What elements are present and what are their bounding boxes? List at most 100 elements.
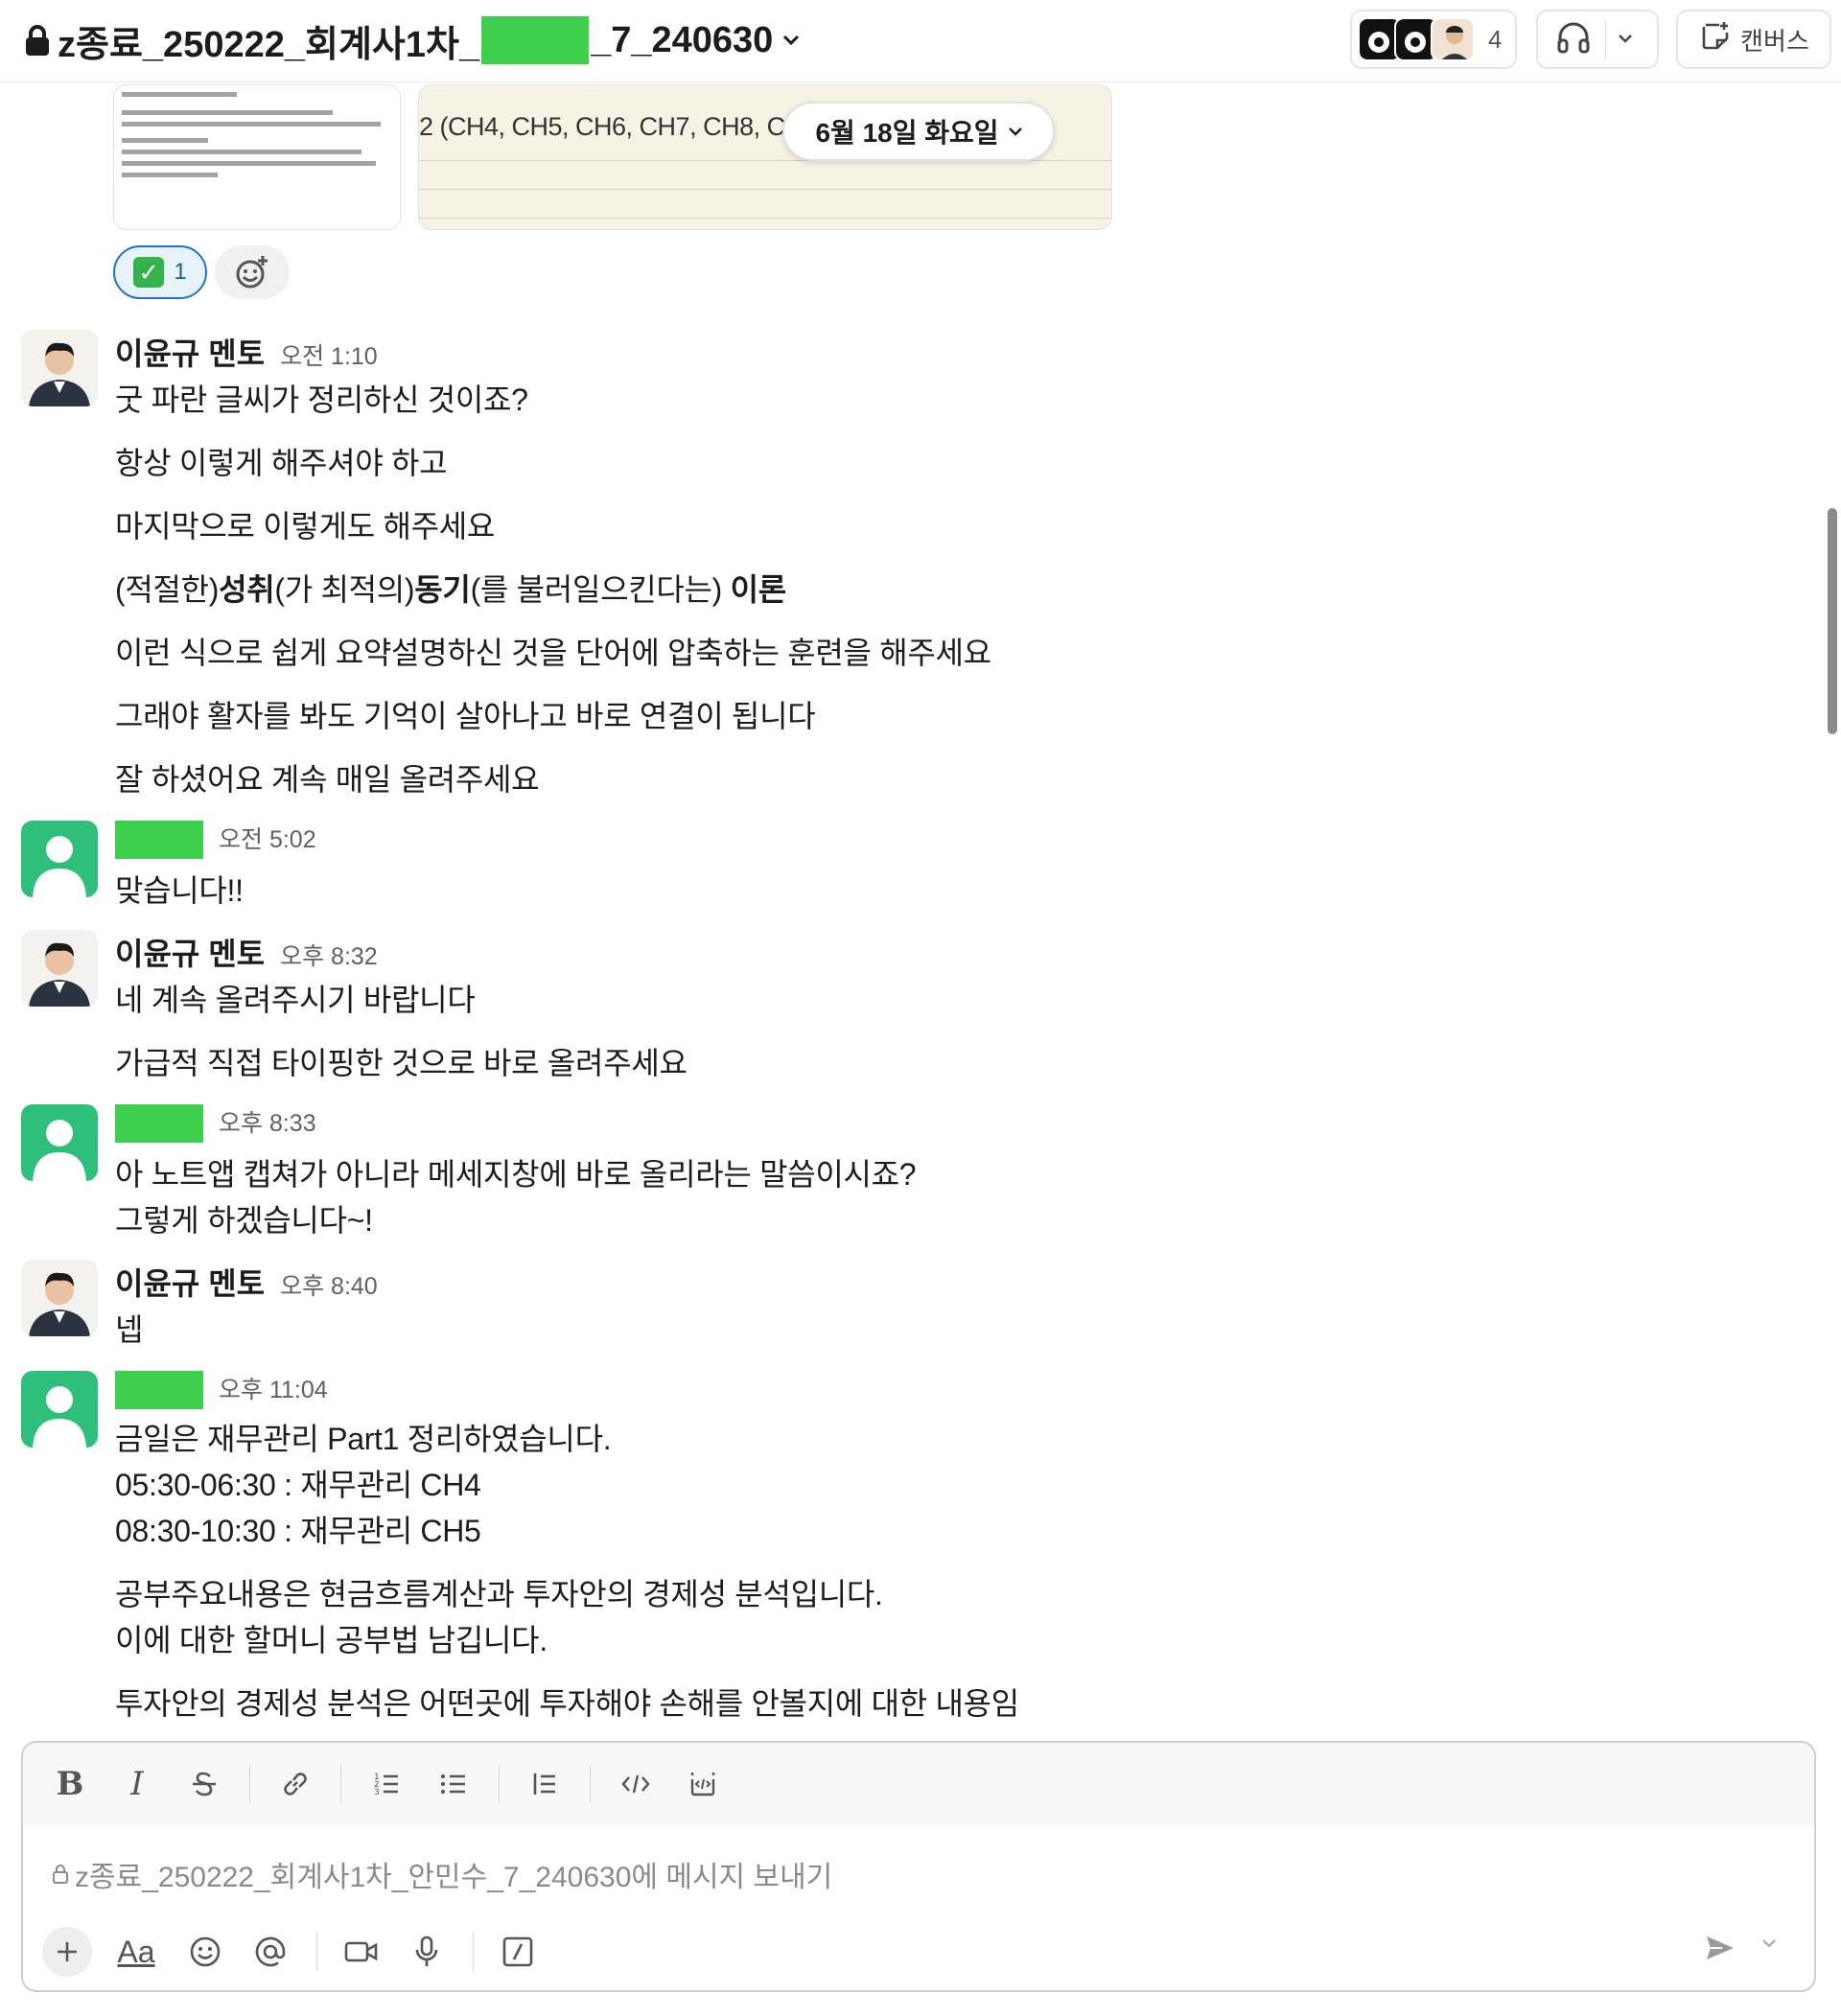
code-icon <box>621 1774 650 1794</box>
audio-clip-button[interactable] <box>402 1927 452 1977</box>
code-block-icon <box>690 1773 715 1796</box>
message-text: 네 계속 올려주시기 바랍니다 <box>115 983 476 1017</box>
code-button[interactable] <box>614 1762 658 1806</box>
microphone-icon <box>415 1935 438 1966</box>
avatar[interactable] <box>21 1104 98 1181</box>
link-button[interactable] <box>273 1762 317 1806</box>
message-text: 그래야 활자를 봐도 기억이 살아나고 바로 연결이 됩니다 <box>115 699 816 733</box>
send-icon <box>1707 1936 1734 1959</box>
timestamp[interactable]: 오후 11:04 <box>219 1371 328 1405</box>
message-text: 항상 이렇게 해주셔야 하고 <box>115 446 448 480</box>
chevron-down-icon <box>1762 1939 1776 1948</box>
divider <box>1605 20 1606 58</box>
blockquote-button[interactable] <box>523 1762 567 1806</box>
italic-button[interactable]: I <box>115 1762 159 1806</box>
channel-title-suffix: _7_240630 <box>591 19 774 60</box>
channel-header: z종료_250222_회계사1차_ _7_240630 4 캔버스 <box>0 0 1841 82</box>
ordered-list-icon: 123 <box>374 1773 398 1797</box>
add-reaction-button[interactable] <box>215 245 290 299</box>
text-span: (를 불러일으킨다는) <box>470 572 731 607</box>
divider <box>316 1933 317 1971</box>
check-mark-emoji: ✓ <box>133 257 165 288</box>
attach-button[interactable] <box>42 1927 92 1977</box>
members-button[interactable]: 4 <box>1350 10 1517 69</box>
divider <box>340 1765 341 1803</box>
chevron-down-icon[interactable] <box>1618 31 1633 48</box>
lock-icon <box>26 25 49 56</box>
huddle-button[interactable] <box>1536 10 1659 69</box>
message-text: 그렇게 하겠습니다~! <box>115 1203 373 1238</box>
timestamp[interactable]: 오전 1:10 <box>280 337 378 372</box>
message-text: 05:30-06:30 : 재무관리 CH4 <box>115 1468 481 1502</box>
message-header: 이윤규 멘토 오후 8:32 <box>115 930 378 974</box>
author-name[interactable]: 이윤규 멘토 <box>115 1260 265 1304</box>
plus-icon <box>58 1942 77 1961</box>
message-text: 맞습니다!! <box>115 873 244 908</box>
redacted-author-name[interactable] <box>115 1371 203 1409</box>
bold-button[interactable]: B <box>48 1762 92 1806</box>
message-text: 이런 식으로 쉽게 요약설명하신 것을 단어에 압축하는 훈련을 해주세요 <box>115 636 991 670</box>
message-header: 이윤규 멘토 오후 8:40 <box>115 1260 378 1304</box>
formatting-toolbar: B I 123 <box>23 1743 1814 1825</box>
channel-title-prefix: z종료_250222_회계사1차_ <box>58 24 480 65</box>
shortcuts-button[interactable] <box>493 1927 543 1977</box>
avatar[interactable] <box>21 821 98 897</box>
formatting-toggle-button[interactable]: Aa <box>107 1927 165 1977</box>
scrollbar-thumb[interactable] <box>1828 508 1837 734</box>
reaction-count: 1 <box>174 259 187 285</box>
divider <box>590 1765 591 1803</box>
avatar[interactable] <box>21 930 98 1007</box>
bold-text: 이론 <box>730 572 787 607</box>
message-text: 공부주요내용은 현금흐름계산과 투자안의 경제성 분석입니다. <box>115 1577 883 1611</box>
message-text-rich: (적절한)성취(가 최적의)동기(를 불러일으킨다는) 이론 <box>115 566 786 610</box>
redacted-author-name[interactable] <box>115 1104 203 1143</box>
divider <box>249 1765 250 1803</box>
image-attachment[interactable] <box>113 84 401 230</box>
message-text: 이에 대한 할머니 공부법 남깁니다. <box>115 1623 548 1657</box>
bullet-list-button[interactable] <box>431 1762 476 1806</box>
author-name[interactable]: 이윤규 멘토 <box>115 330 265 374</box>
link-icon <box>284 1773 307 1796</box>
date-label: 6월 18일 화요일 <box>815 118 999 148</box>
channel-title[interactable]: z종료_250222_회계사1차_ _7_240630 <box>23 13 805 67</box>
message-header: 오전 5:02 <box>115 821 316 859</box>
message-header: 오후 8:33 <box>115 1104 316 1143</box>
video-clip-button[interactable] <box>337 1927 386 1977</box>
message-input-placeholder: z종료_250222_회계사1차_안민수_7_240630에 메시지 보내기 <box>75 1862 833 1893</box>
avatar[interactable] <box>21 1371 98 1448</box>
avatar[interactable] <box>21 330 98 406</box>
text-span: (적절한) <box>115 572 220 607</box>
timestamp[interactable]: 오전 5:02 <box>219 821 316 855</box>
svg-text:3: 3 <box>374 1788 380 1797</box>
avatar[interactable] <box>21 1260 98 1336</box>
slash-command-icon <box>502 1936 533 1967</box>
ordered-list-button[interactable]: 123 <box>364 1762 408 1806</box>
message-text: 굿 파란 글씨가 정리하신 것이죠? <box>115 382 528 417</box>
timestamp[interactable]: 오후 8:32 <box>280 938 378 972</box>
date-divider-button[interactable]: 6월 18일 화요일 <box>782 102 1055 161</box>
bold-text: 성취 <box>219 572 275 607</box>
strikethrough-button[interactable] <box>182 1762 226 1806</box>
divider <box>473 1933 474 1971</box>
canvas-button[interactable]: 캔버스 <box>1676 10 1831 69</box>
message-text: 투자안의 경제성 분석은 어떤곳에 투자해야 손해를 안볼지에 대한 내용임 <box>115 1686 1019 1721</box>
canvas-label: 캔버스 <box>1740 26 1809 56</box>
reaction-pill[interactable]: ✓ 1 <box>113 245 207 299</box>
composer-actions: Aa <box>42 1923 1797 1981</box>
add-emoji-icon <box>236 256 268 289</box>
timestamp[interactable]: 오후 8:33 <box>219 1104 316 1139</box>
author-name[interactable]: 이윤규 멘토 <box>115 930 265 974</box>
redacted-author-name[interactable] <box>115 821 203 859</box>
message-composer: B I 123 z종료_250222_회계사1차_안민수_7_240630에 메… <box>21 1741 1816 1992</box>
timestamp[interactable]: 오후 8:40 <box>280 1267 378 1302</box>
chevron-down-icon <box>1008 127 1022 136</box>
member-count: 4 <box>1488 24 1503 54</box>
chevron-down-icon <box>783 35 800 46</box>
mention-button[interactable] <box>245 1927 295 1977</box>
message-text: 마지막으로 이렇게도 해주세요 <box>115 509 496 544</box>
message-input[interactable]: z종료_250222_회계사1차_안민수_7_240630에 메시지 보내기 <box>52 1850 1778 1898</box>
send-button[interactable] <box>1703 1931 1737 1970</box>
send-options-button[interactable] <box>1760 1936 1778 1954</box>
code-block-button[interactable] <box>681 1762 725 1806</box>
emoji-button[interactable] <box>180 1927 230 1977</box>
